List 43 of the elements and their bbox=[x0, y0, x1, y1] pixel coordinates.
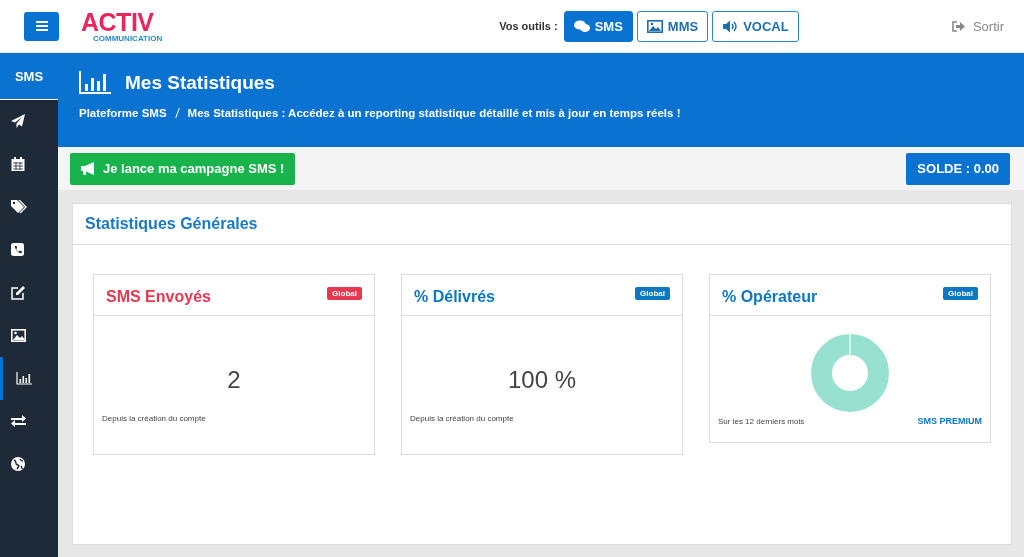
paper-plane-icon bbox=[11, 114, 25, 129]
tools-label: Vos outils : bbox=[499, 20, 558, 32]
tool-button[interactable]: VOCAL bbox=[712, 10, 799, 42]
card-footnote: Sur les 12 derniers mois bbox=[718, 416, 805, 426]
menu-button[interactable] bbox=[24, 11, 59, 41]
sidebar-title: SMS bbox=[0, 53, 58, 100]
chart-legend: SMS PREMIUM bbox=[917, 416, 982, 426]
megaphone-icon bbox=[81, 162, 97, 175]
panel-title: Statistiques Générales bbox=[73, 204, 1011, 245]
page-title: Mes Statistiques bbox=[125, 72, 275, 94]
tags-icon bbox=[11, 200, 27, 214]
logout-icon bbox=[951, 20, 965, 32]
logo-subtitle: COMMUNICATION bbox=[93, 34, 163, 43]
logout-button[interactable]: Sortir bbox=[951, 18, 1004, 34]
logo-text: ACTIV bbox=[81, 9, 155, 35]
breadcrumb-item: Mes Statistiques : Accédez à un reporting statistique détaillé et mis à jour en temps réels ! bbox=[187, 107, 681, 119]
image-icon bbox=[646, 19, 663, 33]
campaign-button[interactable]: Je lance ma campagne SMS ! bbox=[70, 152, 296, 185]
scope-badge: Global bbox=[635, 287, 670, 300]
breadcrumb-item[interactable]: Plateforme SMS bbox=[79, 107, 167, 119]
stat-value: 100 % bbox=[506, 366, 578, 395]
scope-badge: Global bbox=[943, 287, 978, 300]
phone-icon bbox=[11, 243, 24, 257]
card-footnote: Depuis la création du compte bbox=[102, 414, 207, 423]
card-title: SMS Envoyés bbox=[106, 288, 211, 306]
edit-icon bbox=[11, 285, 25, 300]
calendar-icon bbox=[11, 157, 25, 172]
menu-icon bbox=[35, 21, 48, 31]
tool-button[interactable]: SMS bbox=[563, 10, 633, 42]
stat-value: 2 bbox=[226, 366, 242, 395]
exchange-icon bbox=[11, 414, 26, 427]
bar-chart-icon bbox=[79, 71, 111, 95]
card-footnote: Depuis la création du compte bbox=[410, 414, 515, 423]
card-title: % Délivrés bbox=[414, 288, 495, 306]
balance-badge: SOLDE : 0.00 bbox=[906, 152, 1010, 185]
bar-chart-icon bbox=[16, 371, 32, 385]
tool-button[interactable]: MMS bbox=[636, 10, 709, 42]
speaker-icon bbox=[722, 19, 739, 33]
chat-icon bbox=[573, 19, 590, 33]
globe-icon bbox=[11, 456, 25, 471]
card-title: % Opérateur bbox=[722, 288, 818, 306]
image-icon bbox=[11, 328, 26, 342]
scope-badge: Global bbox=[327, 287, 362, 300]
